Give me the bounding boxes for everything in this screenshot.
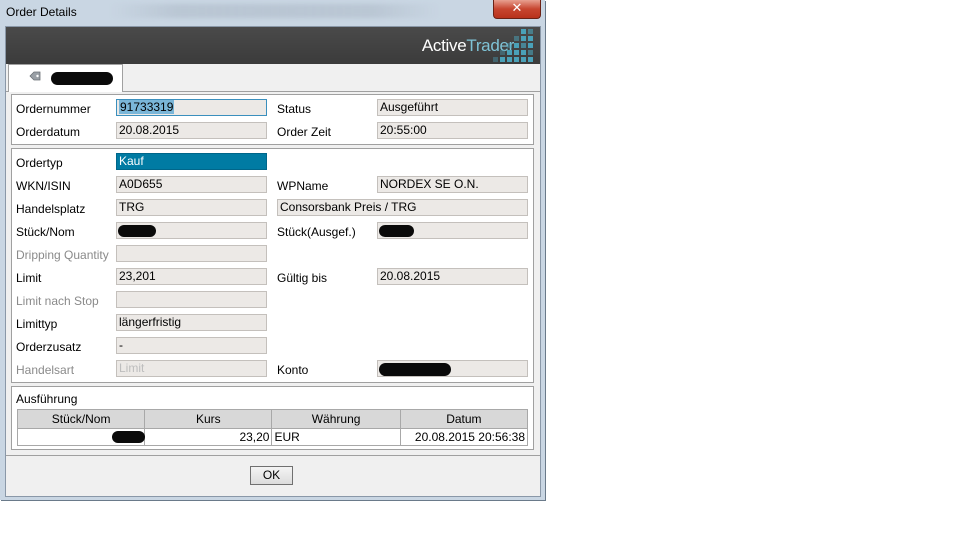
order-addon-field[interactable]: - — [116, 337, 267, 354]
title-bar-blur — [110, 4, 440, 18]
order-addon-label: Orderzusatz — [16, 340, 82, 354]
order-type-field[interactable]: Kauf — [116, 153, 267, 170]
trade-type-field[interactable]: Limit — [116, 360, 267, 377]
order-time-label: Order Zeit — [277, 125, 332, 139]
order-details-window: Order Details ✕ ActiveTrader Ordernummer… — [0, 0, 545, 500]
dripping-quantity-field[interactable] — [116, 245, 267, 262]
column-header[interactable]: Stück/Nom — [16, 409, 146, 429]
order-number-label: Ordernummer — [16, 102, 91, 116]
trade-type-label: Handelsart — [16, 363, 75, 377]
wpname-field[interactable]: NORDEX SE O.N. — [377, 176, 528, 193]
order-date-label: Orderdatum — [16, 125, 81, 139]
venue-name-field[interactable]: Consorsbank Preis / TRG — [277, 199, 528, 216]
status-field[interactable]: Ausgeführt — [377, 99, 528, 116]
close-icon: ✕ — [511, 1, 523, 16]
table-row[interactable]: 23,20 EUR 20.08.2015 20:56:38 — [16, 428, 529, 446]
limit-type-field[interactable]: längerfristig — [116, 314, 267, 331]
tab-order[interactable] — [8, 64, 123, 92]
footer-separator — [6, 455, 540, 456]
redacted-tab-label — [51, 72, 113, 85]
account-field[interactable] — [377, 360, 528, 377]
redacted-execution-quantity — [112, 431, 145, 443]
order-details-panel: Ordertyp Kauf WKN/ISIN A0D655 WPName NOR… — [11, 148, 534, 383]
account-label: Konto — [277, 363, 309, 377]
quantity-executed-label: Stück(Ausgef.) — [277, 225, 356, 239]
quantity-label: Stück/Nom — [16, 225, 75, 239]
venue-field[interactable]: TRG — [116, 199, 267, 216]
wpname-label: WPName — [277, 179, 329, 193]
order-time-field[interactable]: 20:55:00 — [377, 122, 528, 139]
redacted-quantity-executed — [379, 225, 414, 237]
venue-label: Handelsplatz — [16, 202, 86, 216]
cell-currency: EUR — [271, 428, 401, 446]
status-label: Status — [277, 102, 312, 116]
valid-until-field[interactable]: 20.08.2015 — [377, 268, 528, 285]
order-number-field[interactable]: 91733319 — [116, 99, 267, 116]
dialog-body: ActiveTrader Ordernummer 91733319 Status… — [5, 26, 541, 497]
limit-after-stop-field[interactable] — [116, 291, 267, 308]
tab-strip — [6, 64, 540, 92]
column-header[interactable]: Datum — [399, 409, 529, 429]
close-button[interactable]: ✕ — [493, 0, 541, 19]
redacted-quantity — [118, 225, 156, 237]
ok-button[interactable]: OK — [250, 466, 293, 485]
limit-field[interactable]: 23,201 — [116, 268, 267, 285]
quantity-executed-field[interactable] — [377, 222, 528, 239]
limit-type-label: Limittyp — [16, 317, 58, 331]
brand-banner: ActiveTrader — [6, 27, 540, 64]
column-header[interactable]: Kurs — [144, 409, 273, 429]
tag-icon — [29, 71, 41, 81]
redacted-account — [379, 363, 451, 376]
wkn-field[interactable]: A0D655 — [116, 176, 267, 193]
order-header-panel: Ordernummer 91733319 Status Ausgeführt O… — [11, 94, 534, 145]
title-bar[interactable]: Order Details ✕ — [0, 0, 545, 24]
order-type-label: Ordertyp — [16, 156, 63, 170]
execution-title: Ausführung — [16, 392, 78, 406]
cell-date: 20.08.2015 20:56:38 — [399, 428, 529, 446]
column-header[interactable]: Währung — [271, 409, 401, 429]
limit-after-stop-label: Limit nach Stop — [16, 294, 99, 308]
execution-table: Stück/Nom Kurs Währung Datum 23,20 EUR 2… — [16, 409, 529, 446]
window-title: Order Details — [6, 5, 77, 19]
wkn-label: WKN/ISIN — [16, 179, 71, 193]
quantity-field[interactable] — [116, 222, 267, 239]
order-date-field[interactable]: 20.08.2015 — [116, 122, 267, 139]
valid-until-label: Gültig bis — [277, 271, 328, 285]
cell-price: 23,20 — [144, 428, 273, 446]
execution-panel: Ausführung Stück/Nom Kurs Währung Datum … — [11, 386, 534, 450]
cell-quantity — [16, 428, 146, 446]
dripping-quantity-label: Dripping Quantity — [16, 248, 109, 262]
limit-label: Limit — [16, 271, 42, 285]
